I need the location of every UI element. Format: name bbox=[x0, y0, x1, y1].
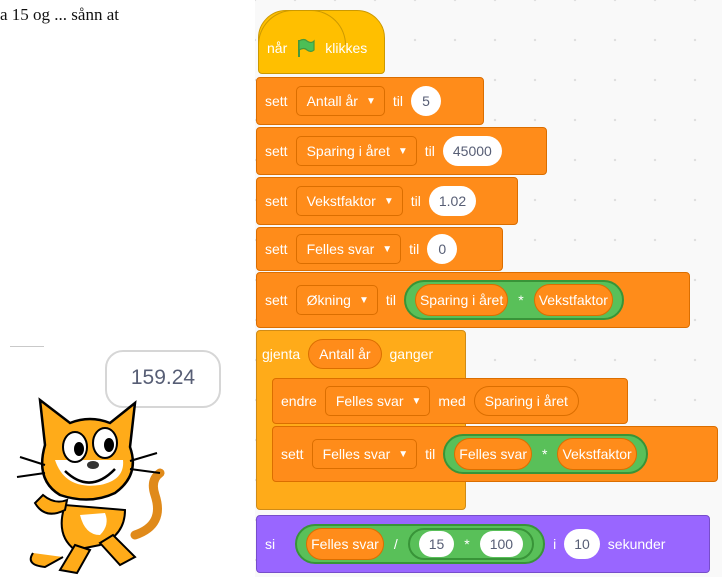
block-suffix: sekunder bbox=[607, 536, 666, 552]
variable-dropdown[interactable]: Felles svar ▼ bbox=[295, 234, 402, 264]
variable-name: Sparing i året bbox=[306, 143, 390, 159]
block-verb: si bbox=[265, 536, 276, 552]
dropdown-arrow-icon: ▼ bbox=[398, 448, 409, 460]
dropdown-arrow-icon: ▼ bbox=[358, 294, 369, 306]
block-to: til bbox=[424, 143, 435, 159]
dropdown-arrow-icon: ▼ bbox=[383, 195, 394, 207]
value-input[interactable]: 0 bbox=[427, 234, 458, 264]
block-to: til bbox=[385, 292, 396, 308]
when-flag-clicked-block[interactable]: når klikkes bbox=[258, 10, 385, 74]
stage-caption-text: a 15 og ... sånn at bbox=[0, 5, 119, 24]
scratch-cat-sprite[interactable] bbox=[5, 385, 170, 577]
number-input[interactable]: 100 bbox=[479, 531, 524, 557]
multiply-operator[interactable]: Sparing i året * Vekstfaktor bbox=[403, 280, 624, 320]
block-verb: sett bbox=[265, 193, 288, 209]
variable-reporter[interactable]: Vekstfaktor bbox=[533, 284, 613, 316]
block-verb: sett bbox=[265, 241, 288, 257]
block-verb: gjenta bbox=[262, 346, 301, 362]
set-variable-block[interactable]: sett Antall år ▼ til 5 bbox=[256, 77, 484, 125]
repeat-suffix: ganger bbox=[389, 346, 434, 362]
block-to: til bbox=[425, 446, 436, 462]
hat-label-clicked: klikkes bbox=[325, 40, 368, 56]
stage-divider bbox=[10, 346, 44, 347]
variable-dropdown[interactable]: Sparing i året ▼ bbox=[295, 136, 417, 166]
set-variable-block[interactable]: sett Felles svar ▼ til 0 bbox=[256, 227, 503, 271]
set-variable-block[interactable]: sett Økning ▼ til Sparing i året * Vekstf… bbox=[256, 272, 690, 328]
value-input[interactable]: 45000 bbox=[442, 136, 502, 166]
operator-symbol: / bbox=[393, 536, 398, 552]
value-input[interactable]: 1.02 bbox=[428, 186, 477, 216]
variable-dropdown[interactable]: Økning ▼ bbox=[295, 285, 378, 315]
block-verb: sett bbox=[265, 292, 288, 308]
seconds-input[interactable]: 10 bbox=[564, 529, 600, 559]
say-for-secs-block[interactable]: si Felles svar / 15 * 100 i 10 sekunder bbox=[256, 515, 710, 573]
variable-reporter[interactable]: Sparing i året bbox=[414, 284, 509, 316]
set-variable-block[interactable]: sett Felles svar ▼ til Felles svar * Veks… bbox=[272, 426, 718, 482]
set-variable-block[interactable]: sett Vekstfaktor ▼ til 1.02 bbox=[256, 177, 518, 225]
set-variable-block[interactable]: sett Sparing i året ▼ til 45000 bbox=[256, 127, 547, 175]
block-verb: sett bbox=[265, 93, 288, 109]
variable-reporter[interactable]: Vekstfaktor bbox=[557, 438, 637, 470]
repeat-block-header: gjenta Antall år ganger bbox=[262, 334, 441, 374]
block-by: med bbox=[438, 393, 466, 409]
hat-label-when: når bbox=[267, 40, 288, 56]
block-verb: endre bbox=[281, 393, 317, 409]
dropdown-arrow-icon: ▼ bbox=[382, 243, 393, 255]
operator-symbol: * bbox=[541, 446, 548, 462]
variable-name: Felles svar bbox=[335, 393, 404, 409]
dropdown-arrow-icon: ▼ bbox=[365, 95, 376, 107]
dropdown-arrow-icon: ▼ bbox=[397, 145, 408, 157]
variable-name: Antall år bbox=[306, 93, 358, 109]
value-input[interactable]: 5 bbox=[410, 86, 441, 116]
variable-dropdown[interactable]: Antall år ▼ bbox=[295, 86, 385, 116]
variable-name: Felles svar bbox=[306, 241, 375, 257]
change-variable-block[interactable]: endre Felles svar ▼ med Sparing i året bbox=[272, 378, 628, 424]
divide-operator[interactable]: Felles svar / 15 * 100 bbox=[295, 524, 546, 564]
block-to: til bbox=[410, 193, 421, 209]
variable-reporter[interactable]: Antall år bbox=[308, 339, 382, 369]
variable-reporter[interactable]: Felles svar bbox=[306, 528, 384, 560]
variable-name: Felles svar bbox=[322, 446, 391, 462]
green-flag-icon bbox=[298, 38, 315, 57]
variable-reporter[interactable]: Felles svar bbox=[454, 438, 532, 470]
block-verb: sett bbox=[265, 143, 288, 159]
variable-name: Vekstfaktor bbox=[306, 193, 376, 209]
variable-reporter[interactable]: Sparing i året bbox=[473, 386, 579, 416]
operator-symbol: * bbox=[518, 292, 524, 308]
variable-dropdown[interactable]: Felles svar ▼ bbox=[324, 386, 431, 416]
variable-name: Økning bbox=[306, 292, 351, 308]
block-to: til bbox=[409, 241, 420, 257]
variable-dropdown[interactable]: Vekstfaktor ▼ bbox=[295, 186, 403, 216]
block-verb: sett bbox=[281, 446, 304, 462]
dropdown-arrow-icon: ▼ bbox=[411, 395, 422, 407]
number-input[interactable]: 15 bbox=[418, 531, 455, 557]
block-in: i bbox=[553, 536, 557, 552]
variable-dropdown[interactable]: Felles svar ▼ bbox=[311, 439, 418, 469]
block-to: til bbox=[392, 93, 403, 109]
operator-symbol: * bbox=[464, 536, 470, 552]
multiply-operator[interactable]: Felles svar * Vekstfaktor bbox=[443, 434, 648, 474]
multiply-operator[interactable]: 15 * 100 bbox=[407, 528, 535, 560]
